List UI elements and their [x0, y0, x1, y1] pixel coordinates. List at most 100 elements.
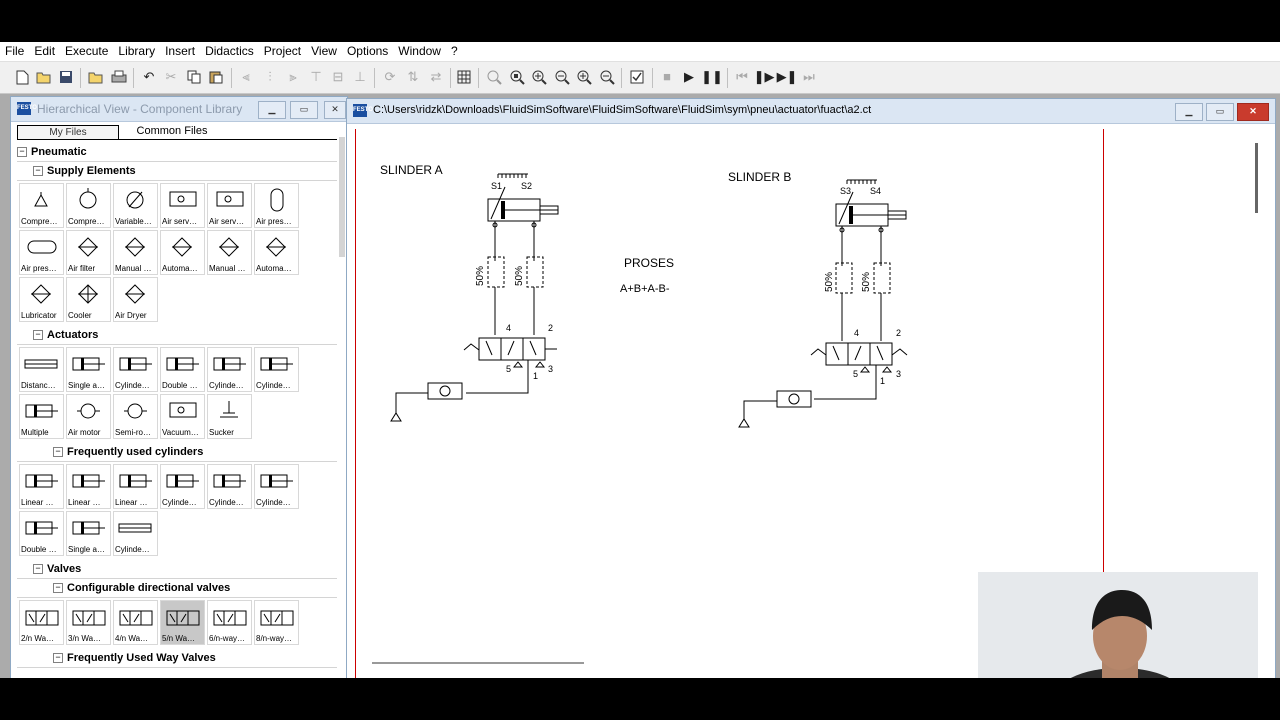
library-component-tile[interactable]: Distanc…	[19, 347, 64, 392]
document-scrollbar[interactable]	[1255, 143, 1258, 213]
print-icon[interactable]	[111, 69, 127, 85]
group-valves[interactable]: − Valves	[17, 560, 337, 579]
align-middle-icon[interactable]: ⊟	[330, 69, 346, 85]
open-folder-icon[interactable]	[88, 69, 104, 85]
library-component-tile[interactable]: Variable…	[113, 183, 158, 228]
rotate-icon[interactable]: ⟳	[382, 69, 398, 85]
tab-common-files[interactable]: Common Files	[121, 125, 223, 138]
library-component-tile[interactable]: Cylinde…	[207, 464, 252, 509]
library-component-tile[interactable]: 3/n Wa…	[66, 600, 111, 645]
align-top-icon[interactable]: ⊤	[308, 69, 324, 85]
align-right-icon[interactable]: ⫸	[285, 69, 301, 85]
group-supply-elements[interactable]: − Supply Elements	[17, 162, 337, 181]
library-component-tile[interactable]: 5/n Wa…	[160, 600, 205, 645]
flow-valve-a2[interactable]	[526, 256, 544, 288]
menu-file[interactable]: File	[0, 42, 29, 61]
air-supply-b[interactable]	[738, 418, 750, 428]
align-center-icon[interactable]: ⫶	[262, 69, 278, 85]
menu-view[interactable]: View	[306, 42, 342, 61]
pause-icon[interactable]: ❚❚	[701, 69, 723, 85]
tab-my-files[interactable]: My Files	[17, 125, 119, 139]
zoom-out-icon[interactable]	[599, 69, 615, 85]
restore-button[interactable]: ▭	[290, 101, 318, 119]
library-component-tile[interactable]: Air serv…	[160, 183, 205, 228]
library-component-tile[interactable]: Cylinde…	[254, 464, 299, 509]
library-titlebar[interactable]: FESTO Hierarchical View - Component Libr…	[11, 97, 347, 122]
fast-forward-icon[interactable]: ⏭	[801, 69, 817, 85]
align-bottom-icon[interactable]: ⊥	[352, 69, 368, 85]
library-component-tile[interactable]: Manual …	[113, 230, 158, 275]
close-button[interactable]: ✕	[1237, 103, 1269, 121]
library-component-tile[interactable]: Lubricator	[19, 277, 64, 322]
minimize-button[interactable]: ▁	[258, 101, 286, 119]
library-component-tile[interactable]: Single a…	[66, 511, 111, 556]
service-unit-b[interactable]	[776, 390, 812, 408]
library-component-tile[interactable]: Automa…	[160, 230, 205, 275]
library-component-tile[interactable]: Cylinde…	[160, 464, 205, 509]
library-component-tile[interactable]: Single a…	[66, 347, 111, 392]
zoom-icon[interactable]	[486, 69, 502, 85]
library-component-tile[interactable]: Automa…	[254, 230, 299, 275]
restore-button[interactable]: ▭	[1206, 103, 1234, 121]
copy-icon[interactable]	[186, 69, 202, 85]
library-component-tile[interactable]: Air Dryer	[113, 277, 158, 322]
group-configurable-directional-valves[interactable]: − Configurable directional valves	[17, 579, 337, 598]
cut-icon[interactable]: ✂	[163, 69, 179, 85]
library-component-tile[interactable]: Manual …	[207, 230, 252, 275]
library-component-tile[interactable]: 6/n-way…	[207, 600, 252, 645]
library-scrollbar[interactable]	[339, 137, 345, 257]
minimize-button[interactable]: ▁	[1175, 103, 1203, 121]
flow-valve-a1[interactable]	[487, 256, 505, 288]
library-component-tile[interactable]: Double …	[19, 511, 64, 556]
play-icon[interactable]: ▶	[681, 69, 697, 85]
library-component-tile[interactable]: Semi-ro…	[113, 394, 158, 439]
library-component-tile[interactable]: Linear …	[66, 464, 111, 509]
library-component-tile[interactable]: 4/n Wa…	[113, 600, 158, 645]
library-component-tile[interactable]: 8/n-way…	[254, 600, 299, 645]
flip-icon[interactable]: ⇅	[405, 69, 421, 85]
check-icon[interactable]	[629, 69, 645, 85]
undo-icon[interactable]: ↶	[141, 69, 157, 85]
zoom-in-icon[interactable]	[576, 69, 592, 85]
library-component-tile[interactable]: Cylinde…	[254, 347, 299, 392]
step-forward-icon[interactable]: ▶❚	[777, 69, 798, 85]
library-component-tile[interactable]: Cylinde…	[113, 511, 158, 556]
group-frequently-used-way-valves[interactable]: − Frequently Used Way Valves	[17, 649, 337, 668]
library-component-tile[interactable]: Air motor	[66, 394, 111, 439]
menu-help[interactable]: ?	[446, 42, 463, 61]
zoom-fit-icon[interactable]	[509, 69, 525, 85]
paste-icon[interactable]	[208, 69, 224, 85]
library-component-tile[interactable]: Cooler	[66, 277, 111, 322]
flow-valve-b2[interactable]	[873, 262, 891, 294]
group-pneumatic[interactable]: − Pneumatic	[17, 143, 337, 162]
library-component-tile[interactable]: Air pres…	[254, 183, 299, 228]
menu-execute[interactable]: Execute	[60, 42, 113, 61]
library-component-tile[interactable]: Cylinde…	[113, 347, 158, 392]
air-supply-a[interactable]	[390, 412, 402, 422]
menu-options[interactable]: Options	[342, 42, 393, 61]
menu-edit[interactable]: Edit	[29, 42, 60, 61]
document-titlebar[interactable]: FESTO C:\Users\ridzk\Downloads\FluidSimS…	[347, 99, 1275, 124]
library-component-tile[interactable]: Compre…	[19, 183, 64, 228]
library-component-tile[interactable]: Air pres…	[19, 230, 64, 275]
zoom-previous-icon[interactable]	[554, 69, 570, 85]
library-component-tile[interactable]: Multiple	[19, 394, 64, 439]
library-component-tile[interactable]: Linear …	[113, 464, 158, 509]
open-icon[interactable]	[36, 69, 52, 85]
new-icon[interactable]	[14, 69, 30, 85]
library-component-tile[interactable]: Compre…	[66, 183, 111, 228]
library-component-tile[interactable]: Double …	[160, 347, 205, 392]
library-component-tile[interactable]: 2/n Wa…	[19, 600, 64, 645]
menu-library[interactable]: Library	[113, 42, 160, 61]
library-component-tile[interactable]: Vacuum…	[160, 394, 205, 439]
library-component-tile[interactable]: Air filter	[66, 230, 111, 275]
menu-didactics[interactable]: Didactics	[200, 42, 259, 61]
service-unit-a[interactable]	[427, 382, 463, 400]
library-component-tile[interactable]: Cylinde…	[207, 347, 252, 392]
stop-icon[interactable]: ■	[659, 69, 675, 85]
group-frequently-used-cylinders[interactable]: − Frequently used cylinders	[17, 443, 337, 462]
mirror-icon[interactable]: ⇄	[428, 69, 444, 85]
step-icon[interactable]: ❚▶	[754, 69, 775, 85]
menu-insert[interactable]: Insert	[160, 42, 200, 61]
align-left-icon[interactable]: ⫷	[238, 69, 254, 85]
